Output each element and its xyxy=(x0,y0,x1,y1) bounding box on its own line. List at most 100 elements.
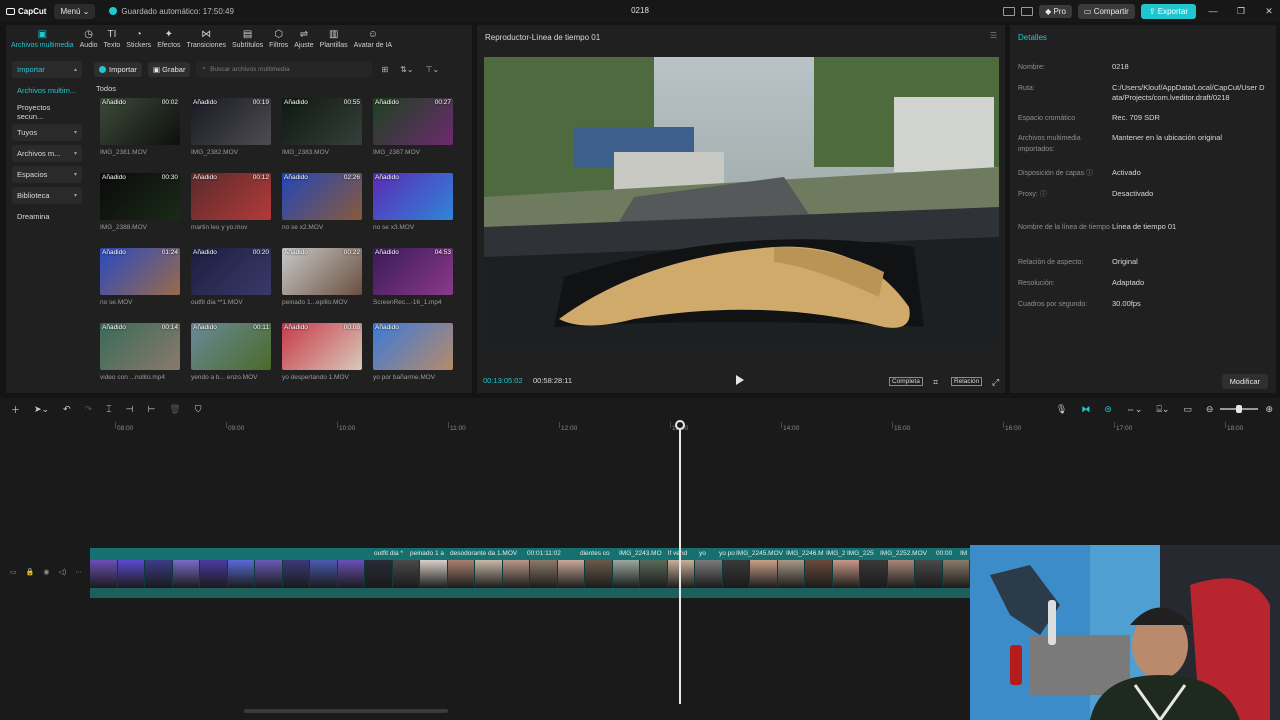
clip-thumbnail[interactable]: Añadido 00:27 xyxy=(373,98,453,145)
lock-icon[interactable]: 🔒 xyxy=(26,568,35,576)
tab-media[interactable]: ▣ Archivos multimedia xyxy=(8,25,77,51)
sidebar-item-7[interactable]: Dreamina xyxy=(12,208,82,225)
time-ruler[interactable]: 08:0009:0010:0011:0012:0013:0014:0015:00… xyxy=(90,422,1280,436)
clip-thumbnail[interactable]: Añadido 00:20 xyxy=(191,248,271,295)
full-quality-button[interactable]: Completa xyxy=(889,377,923,386)
clip-thumbnail[interactable]: Añadido xyxy=(373,323,453,370)
clip-thumbnail[interactable]: Añadido 02:26 xyxy=(282,173,362,220)
sort-icon[interactable]: ⇅⌄ xyxy=(397,65,416,74)
tab-subtitles[interactable]: ▤ Subtítulos xyxy=(229,25,266,51)
media-clip[interactable]: Añadido 00:30 IMG_2388.MOV xyxy=(100,173,180,231)
zoom-in-icon[interactable]: ⊕ xyxy=(1265,404,1273,415)
preview-axis-icon[interactable]: ⇔⌄ xyxy=(1126,404,1143,415)
sidebar-item-5[interactable]: Espacios ▾ xyxy=(12,166,82,183)
speaker-icon[interactable]: ◁) xyxy=(58,568,66,576)
clip-thumbnail[interactable]: Añadido 00:22 xyxy=(282,248,362,295)
clip-thumbnail[interactable]: Añadido 00:02 xyxy=(100,98,180,145)
media-clip[interactable]: Añadido 00:12 martin leo y yo.mov xyxy=(191,173,271,231)
magnet-icon[interactable]: ⧓ xyxy=(1081,404,1090,415)
ratio-button[interactable]: Relación xyxy=(951,377,983,386)
shield-icon[interactable]: ⛉ xyxy=(195,404,202,415)
clip-thumbnail[interactable]: Añadido 00:12 xyxy=(191,173,271,220)
search-input[interactable]: ⌕ Buscar archivos multimedia xyxy=(196,61,373,77)
clip-thumbnail[interactable]: Añadido 01:24 xyxy=(100,248,180,295)
tab-filters[interactable]: ⬡ Filtros xyxy=(266,25,291,51)
modify-button[interactable]: Modificar xyxy=(1221,374,1268,389)
clip-thumbnail[interactable]: Añadido 00:14 xyxy=(100,323,180,370)
pro-button[interactable]: ◆ Pro xyxy=(1039,4,1072,18)
horizontal-scrollbar[interactable] xyxy=(244,709,448,713)
caption-icon[interactable]: ▭ xyxy=(1183,404,1192,415)
media-clip[interactable]: Añadido 00:19 IMG_2382.MOV xyxy=(191,98,271,156)
split-right-icon[interactable]: ⊢ xyxy=(147,404,155,415)
media-clip[interactable]: Añadido 00:22 peinado 1...epillo.MOV xyxy=(282,248,362,306)
sidebar-item-1[interactable]: Archivos multim... xyxy=(12,82,82,99)
tab-text[interactable]: TI Texto xyxy=(101,25,124,51)
media-clip[interactable]: Añadido 00:20 outfit dia **1.MOV xyxy=(191,248,271,306)
clip-thumbnail[interactable]: Añadido 00:19 xyxy=(191,98,271,145)
select-tool-icon[interactable]: ➤⌄ xyxy=(34,404,49,415)
media-clip[interactable]: Añadido 00:55 IMG_2383.MOV xyxy=(282,98,362,156)
snap-icon[interactable]: ⌸⌄ xyxy=(1156,404,1169,415)
media-clip[interactable]: Añadido 00:27 IMG_2387.MOV xyxy=(373,98,453,156)
tab-sticker[interactable]: ◔ Stickers xyxy=(123,25,154,51)
minimize-icon[interactable]: — xyxy=(1202,6,1224,16)
sidebar-item-3[interactable]: Tuyos ▾ xyxy=(12,124,82,141)
tab-templates[interactable]: ▥ Plantillas xyxy=(317,25,351,51)
grid-view-icon[interactable]: ⊞ xyxy=(378,65,391,74)
sidebar-item-2[interactable]: Proyectos secun... xyxy=(12,103,82,121)
sidebar-item-6[interactable]: Biblioteca ▾ xyxy=(12,187,82,204)
tab-adjust[interactable]: ⇌ Ajuste xyxy=(291,25,316,51)
delete-icon[interactable]: 🗑 xyxy=(169,404,180,415)
media-clip[interactable]: Añadido yo por bañarme.MOV xyxy=(373,323,453,381)
clip-thumbnail[interactable]: Añadido 00:08 xyxy=(282,323,362,370)
tab-effects[interactable]: ✦ Efectos xyxy=(154,25,183,51)
record-button[interactable]: ▣ Grabar xyxy=(147,61,191,77)
media-clip[interactable]: Añadido 04:53 ScreenRec...-16_1.mp4 xyxy=(373,248,453,306)
crop-icon[interactable]: ⌗ xyxy=(931,377,940,388)
more-icon[interactable]: ⋯ xyxy=(75,568,82,576)
import-button[interactable]: Importar xyxy=(94,61,142,77)
playhead[interactable] xyxy=(679,422,681,704)
layout-icon[interactable] xyxy=(1003,6,1016,16)
tab-transitions[interactable]: ⋈ Transiciones xyxy=(184,25,229,51)
video-preview[interactable] xyxy=(484,57,999,345)
track-cover-icon[interactable]: ▭ xyxy=(10,568,17,576)
shortcuts-icon[interactable] xyxy=(1021,6,1034,16)
fullscreen-icon[interactable]: ⤢ xyxy=(990,377,1001,388)
media-clip[interactable]: Añadido 00:14 video con ...nolito.mp4 xyxy=(100,323,180,381)
media-clip[interactable]: Añadido 02:26 no se x2.MOV xyxy=(282,173,362,231)
tab-ai-avatar[interactable]: ☺ Avatar de IA xyxy=(351,25,395,51)
close-icon[interactable]: ✕ xyxy=(1258,6,1280,17)
zoom-slider[interactable] xyxy=(1220,405,1259,413)
media-clip[interactable]: Añadido 00:02 IMG_2381.MOV xyxy=(100,98,180,156)
restore-icon[interactable]: ❐ xyxy=(1230,6,1252,17)
clip-thumbnail[interactable]: Añadido 00:30 xyxy=(100,173,180,220)
share-button[interactable]: ▭ Compartir xyxy=(1077,3,1135,19)
tab-audio[interactable]: ◷ Audio xyxy=(77,25,101,51)
media-clip[interactable]: Añadido 00:11 yendo a b... enzo.MOV xyxy=(191,323,271,381)
sidebar-item-4[interactable]: Archivos m... ▾ xyxy=(12,145,82,162)
playhead-handle[interactable] xyxy=(675,420,685,430)
filter-icon[interactable]: ⊤⌄ xyxy=(423,65,443,74)
export-button[interactable]: ⇪ Exportar xyxy=(1140,3,1196,19)
clip-thumbnail[interactable]: Añadido xyxy=(373,173,453,220)
media-clip[interactable]: Añadido 00:08 yo despertando 1.MOV xyxy=(282,323,362,381)
undo-icon[interactable]: ↶ xyxy=(63,404,71,415)
clip-thumbnail[interactable]: Añadido 04:53 xyxy=(373,248,453,295)
add-track-icon[interactable]: ＋ xyxy=(11,403,20,416)
clip-frames[interactable] xyxy=(90,560,970,588)
zoom-slider-handle[interactable] xyxy=(1236,405,1243,413)
redo-icon[interactable]: ↷ xyxy=(85,404,93,415)
sidebar-item-0[interactable]: Importar ▴ xyxy=(12,61,82,78)
microphone-icon[interactable]: 🎙 xyxy=(1056,404,1067,415)
clip-thumbnail[interactable]: Añadido 00:11 xyxy=(191,323,271,370)
link-icon[interactable]: ⊜ xyxy=(1104,404,1112,415)
clip-thumbnail[interactable]: Añadido 00:55 xyxy=(282,98,362,145)
play-icon[interactable] xyxy=(736,375,744,385)
eye-icon[interactable]: ◉ xyxy=(43,568,49,576)
menu-button[interactable]: Menú ⌄ xyxy=(54,3,96,19)
media-clip[interactable]: Añadido no se x3.MOV xyxy=(373,173,453,231)
split-left-icon[interactable]: ⊣ xyxy=(126,404,134,415)
zoom-out-icon[interactable]: ⊖ xyxy=(1206,404,1214,415)
